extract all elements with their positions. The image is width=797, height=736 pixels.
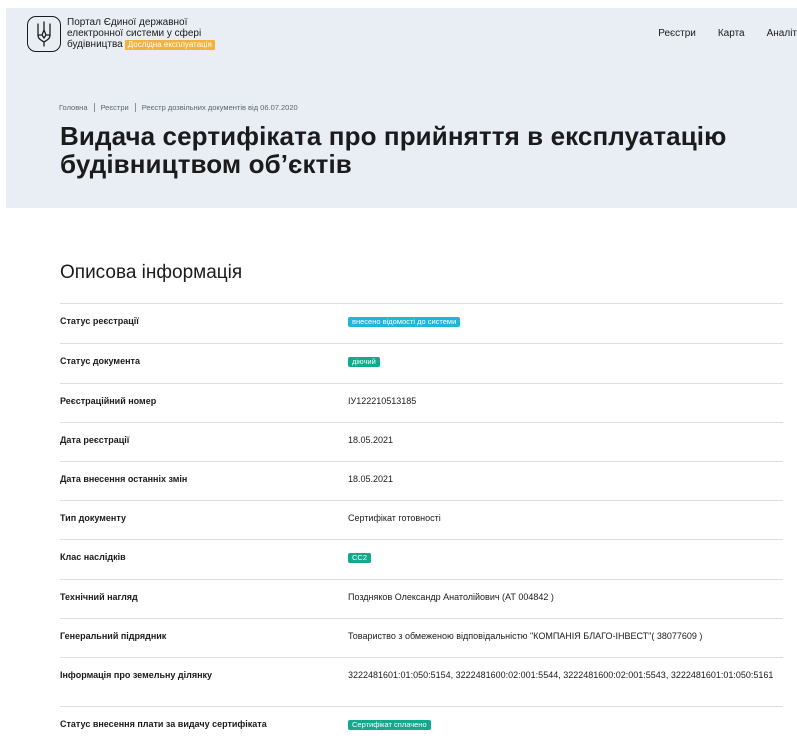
detail-value: СС2 [348, 540, 783, 579]
nav-registries[interactable]: Реєстри [658, 28, 696, 39]
main-nav: Реєстри Карта Аналіт [636, 28, 797, 39]
trident-icon-svg [37, 21, 51, 47]
detail-label: Інформація про земельну ділянку [60, 670, 213, 680]
detail-value: 3222481601:01:050:5154, 3222481600:02:00… [348, 658, 783, 706]
breadcrumb-item[interactable]: Головна [59, 103, 88, 112]
nav-map[interactable]: Карта [718, 28, 745, 39]
breadcrumb-separator [134, 103, 136, 112]
detail-value: діючий [348, 344, 783, 383]
test-mode-badge: Дослідна експлуатація [124, 40, 215, 50]
detail-value: 18.05.2021 [348, 423, 783, 461]
status-badge: Сертифікат сплачено [348, 720, 431, 730]
nav-analytics[interactable]: Аналіт [767, 28, 797, 39]
detail-row: Технічний нагляд Поздняков Олександр Анат… [60, 579, 783, 618]
detail-row: Дата реєстрації 18.05.2021 [60, 422, 783, 461]
status-badge: діючий [348, 357, 380, 367]
detail-value: ІУ122210513185 [348, 384, 783, 422]
detail-label: Тип документу [60, 513, 126, 523]
page-title-line2: будівництвом об’єктів [60, 149, 352, 179]
status-badge: СС2 [348, 553, 372, 563]
detail-value-text: 18.05.2021 [348, 435, 394, 445]
detail-row: Статус документа діючий [60, 343, 783, 383]
breadcrumb-separator [93, 103, 95, 112]
detail-label: Реєстраційний номер [60, 396, 157, 406]
detail-label: Статус документа [60, 356, 140, 366]
detail-row: Клас наслідків СС2 [60, 539, 783, 579]
detail-label: Генеральний підрядник [60, 631, 167, 641]
page-title-line1: Видача сертифіката про прийняття в експл… [60, 121, 727, 151]
detail-value: внесено відомості до системи [348, 304, 783, 343]
detail-row: Тип документу Сертифікат готовності [60, 500, 783, 539]
page: Портал Єдиної державної електронної сист… [0, 0, 797, 736]
detail-label: Статус реєстрації [60, 316, 139, 326]
hero-banner: Портал Єдиної державної електронної сист… [6, 8, 797, 208]
details-table: Статус реєстрації внесено відомості до си… [60, 303, 783, 736]
breadcrumb-item: Реєстр дозвільних документів від 06.07.2… [141, 103, 298, 112]
detail-label: Статус внесення плати за видачу сертифік… [60, 719, 267, 729]
page-title: Видача сертифіката про прийняття в експл… [60, 122, 726, 178]
detail-row: Дата внесення останніх змін 18.05.2021 [60, 461, 783, 500]
section-title: Описова інформація [60, 262, 243, 283]
detail-row: Інформація про земельну ділянку 322248160… [60, 657, 783, 706]
detail-row: Генеральний підрядник Товариство з обмеже… [60, 618, 783, 657]
breadcrumb: Головна Реєстри Реєстр дозвільних документ… [59, 103, 298, 112]
detail-value: Товариство з обмеженою відповідальністю … [348, 619, 783, 657]
detail-label: Дата реєстрації [60, 435, 130, 445]
detail-row: Статус внесення плати за видачу сертифік… [60, 706, 783, 736]
status-badge: внесено відомості до системи [348, 317, 461, 327]
detail-row: Реєстраційний номер ІУ122210513185 [60, 383, 783, 422]
detail-value: 18.05.2021 [348, 462, 783, 500]
detail-value-text: Сертифікат готовності [348, 513, 441, 523]
trident-icon[interactable] [27, 16, 61, 52]
detail-label: Дата внесення останніх змін [60, 474, 188, 484]
portal-name[interactable]: Портал Єдиної державної електронної сист… [67, 17, 247, 50]
detail-value-text: 3222481601:01:050:5154, 3222481600:02:00… [348, 670, 774, 680]
portal-name-line1: Портал Єдиної державної [67, 17, 188, 28]
portal-name-line3-text: будівництва [67, 39, 123, 50]
site-header: Портал Єдиної державної електронної сист… [6, 8, 797, 62]
detail-value: Сертифікат сплачено [348, 707, 783, 736]
detail-value-text: Поздняков Олександр Анатолійович (АТ 004… [348, 592, 554, 602]
detail-label: Технічний нагляд [60, 592, 138, 602]
detail-value-text: 18.05.2021 [348, 474, 394, 484]
detail-value-text: ІУ122210513185 [348, 396, 417, 406]
breadcrumb-item[interactable]: Реєстри [101, 103, 129, 112]
portal-name-line3: будівництва Дослідна експлуатація [67, 39, 247, 50]
detail-row: Статус реєстрації внесено відомості до си… [60, 303, 783, 343]
top-edge [0, 0, 797, 8]
portal-name-line2: електронної системи у сфері [67, 28, 202, 39]
detail-value: Поздняков Олександр Анатолійович (АТ 004… [348, 580, 783, 618]
detail-value-text: Товариство з обмеженою відповідальністю … [348, 631, 703, 641]
detail-value: Сертифікат готовності [348, 501, 783, 539]
detail-label: Клас наслідків [60, 552, 126, 562]
